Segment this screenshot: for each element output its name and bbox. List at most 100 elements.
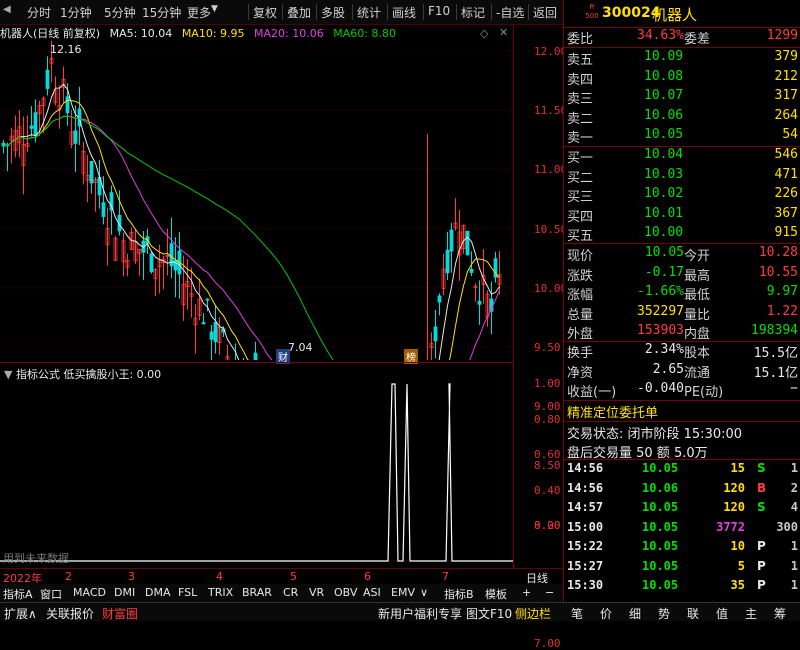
- sidebar-button[interactable]: 侧边栏: [515, 605, 551, 622]
- toolbar-right-1[interactable]: 叠加: [287, 4, 311, 21]
- side-tab-4[interactable]: 细: [629, 605, 641, 622]
- indicator-tab-7[interactable]: BRAR: [242, 586, 272, 599]
- stat-value: 1.22: [766, 303, 798, 319]
- candle: [445, 231, 450, 281]
- ma10-label: MA10: 9.95: [181, 27, 245, 40]
- stat-value: -0.17: [644, 264, 684, 280]
- sell-row[interactable]: 卖一 10.05 54: [564, 127, 800, 146]
- indicator-tab-1[interactable]: 窗口: [40, 586, 62, 602]
- menu-arrow-icon[interactable]: ◀: [3, 4, 11, 15]
- candle: [473, 283, 478, 303]
- tick-time: 14:56: [567, 480, 604, 495]
- toolbar-1[interactable]: 1分钟: [60, 4, 92, 21]
- expand-button[interactable]: 扩展∧: [4, 605, 37, 622]
- sell-price: 10.07: [644, 88, 684, 103]
- side-tab-6[interactable]: 联: [687, 605, 699, 622]
- stat2-row: 收益(一) -0.040 PE(动) −: [564, 381, 800, 400]
- toolbar-right-0[interactable]: 复权: [253, 4, 277, 21]
- sell-row[interactable]: 卖四 10.08 212: [564, 69, 800, 88]
- sell-row[interactable]: 卖五 10.09 379: [564, 49, 800, 68]
- candlestick-chart[interactable]: [0, 41, 513, 360]
- tick-row: 15:30 10.05 35 P 1: [564, 578, 800, 597]
- tick-count: 300: [776, 519, 798, 534]
- buy-row[interactable]: 买一 10.04 546: [564, 147, 800, 166]
- buy-row[interactable]: 买三 10.02 226: [564, 186, 800, 205]
- indicator-tab-0[interactable]: 指标A: [3, 586, 33, 602]
- indicator-tab-14[interactable]: 指标B: [444, 586, 474, 602]
- sell-row[interactable]: 卖三 10.07 317: [564, 88, 800, 107]
- tick-count: 1: [790, 539, 798, 553]
- buy-row[interactable]: 买四 10.01 367: [564, 206, 800, 225]
- indicator-tab-8[interactable]: CR: [283, 586, 298, 599]
- indicator-tab-3[interactable]: DMI: [114, 586, 135, 599]
- indicator-tab-16[interactable]: +: [522, 586, 531, 599]
- stat-value: -1.66%: [637, 284, 684, 299]
- toolbar-right-7[interactable]: -自选: [496, 4, 524, 21]
- buy-price: 10.01: [644, 205, 684, 221]
- tick-count: 1: [790, 461, 798, 475]
- side-tab-3[interactable]: 价: [600, 605, 612, 622]
- toolbar-4[interactable]: 更多: [187, 4, 211, 21]
- indicator-tab-12[interactable]: EMV: [391, 586, 415, 599]
- toolbar-right-3[interactable]: 统计: [357, 4, 381, 21]
- price-tick: 9.50: [534, 341, 561, 354]
- candle: [85, 154, 90, 203]
- toolbar-right-2[interactable]: 多股: [321, 4, 345, 21]
- toolbar-more-arrow-icon[interactable]: ▼: [211, 4, 218, 14]
- toolbar-2[interactable]: 5分钟: [104, 4, 136, 21]
- diamond-icon[interactable]: ◇: [480, 27, 488, 40]
- new-user-ad[interactable]: 新用户福利专享: [378, 605, 462, 622]
- side-tab-2[interactable]: 笔: [571, 605, 583, 622]
- month-label: 3: [128, 570, 135, 583]
- buy-row[interactable]: 买二 10.03 471: [564, 167, 800, 186]
- indicator-tab-4[interactable]: DMA: [145, 586, 171, 599]
- month-label: 4: [216, 570, 223, 583]
- indicator-tab-10[interactable]: OBV: [334, 586, 357, 599]
- buy-label: 买三: [567, 190, 594, 205]
- chart-legend: 机器人(日线 前复权) MA5: 10.04 MA10: 9.95 MA20: …: [0, 25, 402, 41]
- tick-count: 2: [790, 480, 798, 495]
- indicator-tab-6[interactable]: TRIX: [208, 586, 233, 599]
- indicator-tab-17[interactable]: −: [545, 586, 554, 599]
- toolbar-right-4[interactable]: 画线: [392, 4, 416, 21]
- indicator-tab-11[interactable]: ASI: [363, 586, 381, 599]
- candle: [209, 325, 214, 360]
- indicator-chart[interactable]: [0, 380, 513, 566]
- period-toolbar: ◀ 分时 1分钟 5分钟 15分钟 更多 ▼ 复权 叠加 多股 统计 画线 F10 标记 -自选 返回: [0, 0, 563, 25]
- close-icon[interactable]: ✕: [499, 26, 508, 39]
- toolbar-3[interactable]: 15分钟: [142, 4, 181, 21]
- stat-value: 198394: [751, 323, 798, 338]
- tick-time: 15:00: [567, 519, 604, 534]
- related-quote-button[interactable]: 关联报价: [46, 605, 94, 622]
- side-tab-5[interactable]: 势: [658, 605, 670, 622]
- indicator-tab-9[interactable]: VR: [309, 586, 324, 599]
- stat-label: PE(动): [684, 385, 724, 400]
- sell-row[interactable]: 卖二 10.06 264: [564, 108, 800, 127]
- indicator-tab-13[interactable]: ∨: [420, 586, 428, 599]
- side-tab-8[interactable]: 主: [745, 605, 757, 622]
- tick-side: P: [757, 558, 766, 573]
- buy-row[interactable]: 买五 10.00 915: [564, 225, 800, 244]
- wealth-circle-button[interactable]: 财富圈: [102, 605, 138, 622]
- f10-button[interactable]: 图文F10: [466, 605, 512, 622]
- toolbar-0[interactable]: 分时: [27, 4, 51, 21]
- toolbar-right-5[interactable]: F10: [428, 4, 450, 18]
- tick-volume: 3772: [716, 519, 745, 534]
- tick-price: 10.05: [642, 578, 679, 592]
- toolbar-right-8[interactable]: 返回: [533, 4, 557, 21]
- tick-side: P: [757, 539, 766, 553]
- side-tab-9[interactable]: 筹: [774, 605, 786, 622]
- side-tab-7[interactable]: 值: [716, 605, 728, 622]
- price-tick: 7.00: [534, 637, 561, 650]
- candle: [149, 251, 154, 274]
- indicator-tab-15[interactable]: 模板: [485, 586, 507, 602]
- indicator-line: [0, 383, 513, 562]
- tick-time: 15:22: [567, 539, 604, 553]
- order-title[interactable]: 精准定位委托单: [567, 402, 658, 421]
- sell-label: 卖二: [567, 111, 594, 127]
- toolbar-right-6[interactable]: 标记: [461, 4, 485, 21]
- indicator-tab-5[interactable]: FSL: [178, 586, 197, 599]
- indicator-tab-2[interactable]: MACD: [73, 586, 106, 599]
- candle: [69, 109, 74, 149]
- buy-price: 10.02: [644, 186, 684, 201]
